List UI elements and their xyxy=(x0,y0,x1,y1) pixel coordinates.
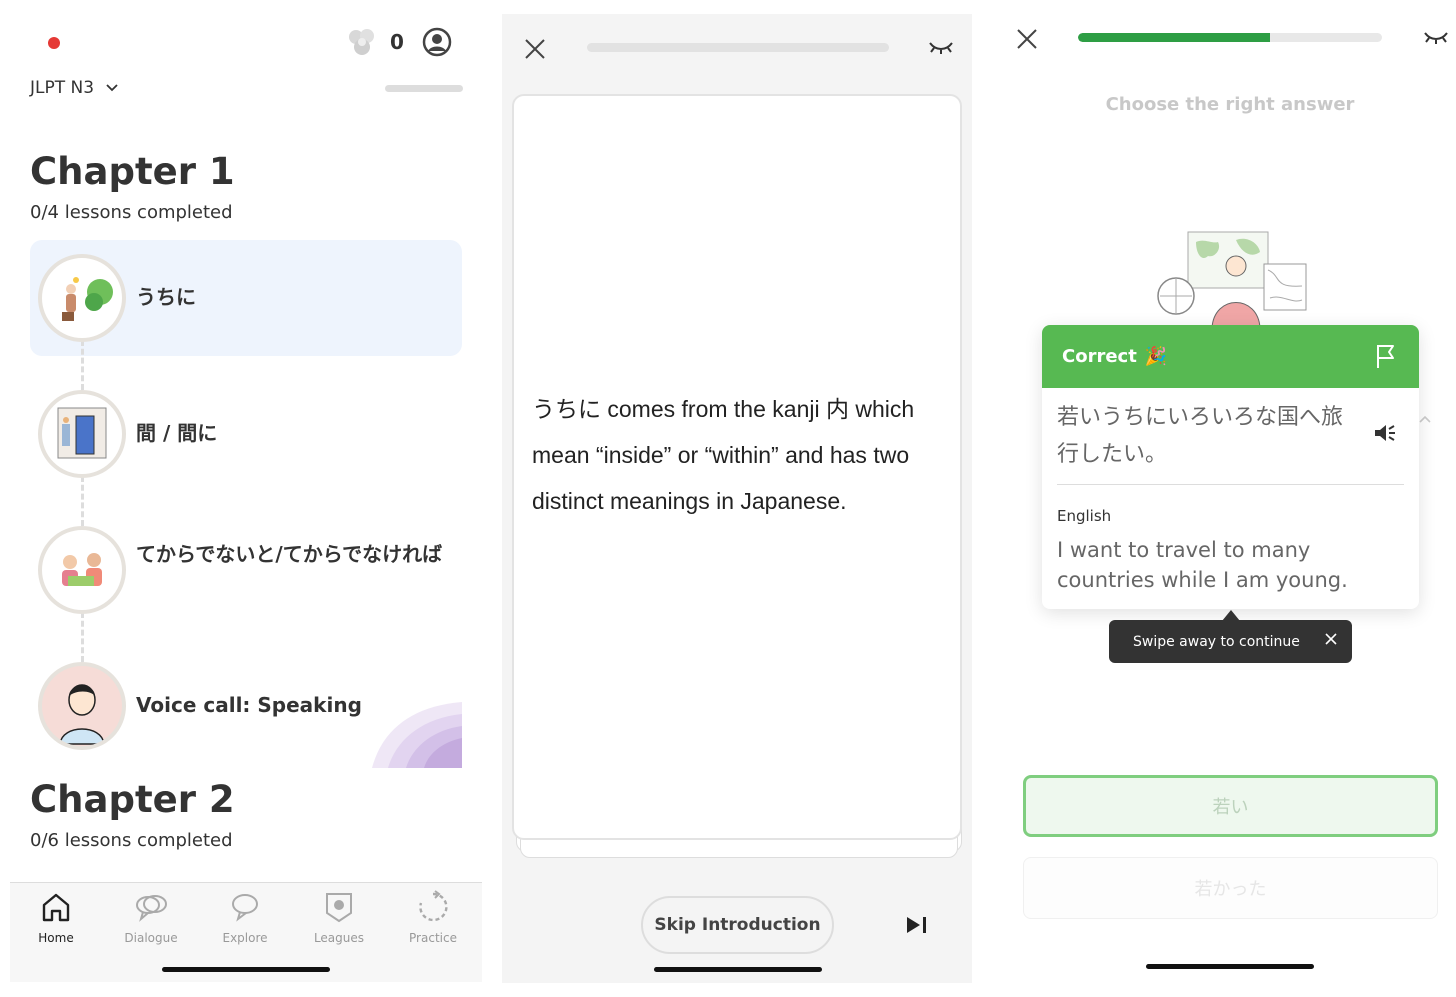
chapter-title: Chapter 2 xyxy=(30,778,235,821)
swipe-toast: Swipe away to continue xyxy=(1109,620,1352,663)
lesson-connector xyxy=(81,340,84,390)
feedback-title: Correct xyxy=(1062,346,1137,367)
home-indicator xyxy=(654,967,822,972)
home-indicator xyxy=(162,967,330,972)
course-progress-bar xyxy=(385,85,463,92)
quiz-progress-fill xyxy=(1078,33,1270,42)
lesson-title[interactable]: 間 / 間に xyxy=(136,420,446,446)
lesson-connector xyxy=(81,612,84,662)
profile-icon[interactable] xyxy=(422,27,452,57)
chevron-up-icon xyxy=(1419,415,1431,423)
chapter-progress: 0/6 lessons completed xyxy=(30,830,233,851)
chapter-progress: 0/4 lessons completed xyxy=(30,202,233,223)
home-indicator xyxy=(1146,964,1314,969)
intro-card[interactable]: うちに comes from the kanji 内 which mean “i… xyxy=(512,94,962,840)
course-selector[interactable]: JLPT N3 xyxy=(30,78,118,98)
intro-screen: うちに comes from the kanji 内 which mean “i… xyxy=(502,14,972,983)
answer-feedback-card: Correct 🎉 若いうちにいろいろな国へ旅行したい。 English I w… xyxy=(1042,325,1419,609)
toast-text: Swipe away to continue xyxy=(1133,633,1300,650)
dialogue-icon xyxy=(136,895,167,922)
nav-leagues[interactable]: Leagues xyxy=(299,889,379,945)
lesson-title[interactable]: うちに xyxy=(136,284,446,310)
english-sentence: I want to travel to many countries while… xyxy=(1057,538,1348,592)
quiz-progress-bar xyxy=(1078,33,1382,42)
recording-indicator xyxy=(48,37,60,49)
japanese-sentence: 若いうちにいろいろな国へ旅行したい。 xyxy=(1057,405,1344,467)
skip-introduction-button[interactable]: Skip Introduction xyxy=(641,896,834,954)
lesson-illustration[interactable] xyxy=(38,526,126,614)
quiz-screen: Choose the right answer Correct 🎉 若いうちにい… xyxy=(992,0,1456,997)
answer-option-correct[interactable]: 若い xyxy=(1023,775,1438,837)
gem-icon[interactable] xyxy=(347,28,377,56)
party-popper-icon: 🎉 xyxy=(1144,346,1168,367)
speaker-icon[interactable] xyxy=(1373,423,1397,443)
answer-option[interactable]: 若かった xyxy=(1023,857,1438,919)
close-icon[interactable] xyxy=(1016,28,1038,50)
lesson-illustration[interactable] xyxy=(38,390,126,478)
chevron-down-icon xyxy=(106,84,118,92)
divider xyxy=(1057,484,1404,485)
lesson-illustration[interactable] xyxy=(38,254,126,342)
feedback-header: Correct 🎉 xyxy=(1042,325,1419,388)
nav-dialogue[interactable]: Dialogue xyxy=(111,889,191,945)
lesson-title[interactable]: てからでないと/てからでなければ xyxy=(136,541,446,567)
leagues-icon xyxy=(326,893,352,923)
flag-icon[interactable] xyxy=(1375,343,1397,369)
nav-practice[interactable]: Practice xyxy=(393,889,473,945)
home-screen: 0 JLPT N3 Chapter 1 0/4 lessons complete… xyxy=(10,0,482,997)
question-prompt: Choose the right answer xyxy=(1105,94,1355,115)
gem-count: 0 xyxy=(390,30,404,54)
intro-text: うちに comes from the kanji 内 which mean “i… xyxy=(532,396,915,514)
lesson-connector xyxy=(81,476,84,526)
close-icon[interactable] xyxy=(524,38,546,60)
skip-next-icon[interactable] xyxy=(904,914,928,936)
home-icon xyxy=(42,893,70,922)
chapter-title: Chapter 1 xyxy=(30,150,235,193)
explore-icon xyxy=(232,894,258,922)
lesson-progress-bar xyxy=(587,43,889,52)
decorative-wave xyxy=(372,702,462,768)
nav-home[interactable]: Home xyxy=(16,889,96,945)
practice-icon xyxy=(419,890,448,922)
course-name: JLPT N3 xyxy=(30,78,95,98)
close-icon[interactable] xyxy=(1324,632,1338,646)
eye-closed-icon[interactable] xyxy=(1422,28,1450,46)
nav-explore[interactable]: Explore xyxy=(205,889,285,945)
english-label: English xyxy=(1057,507,1112,525)
eye-closed-icon[interactable] xyxy=(927,38,955,56)
travel-illustration xyxy=(1157,231,1307,328)
lesson-illustration[interactable] xyxy=(38,662,126,750)
